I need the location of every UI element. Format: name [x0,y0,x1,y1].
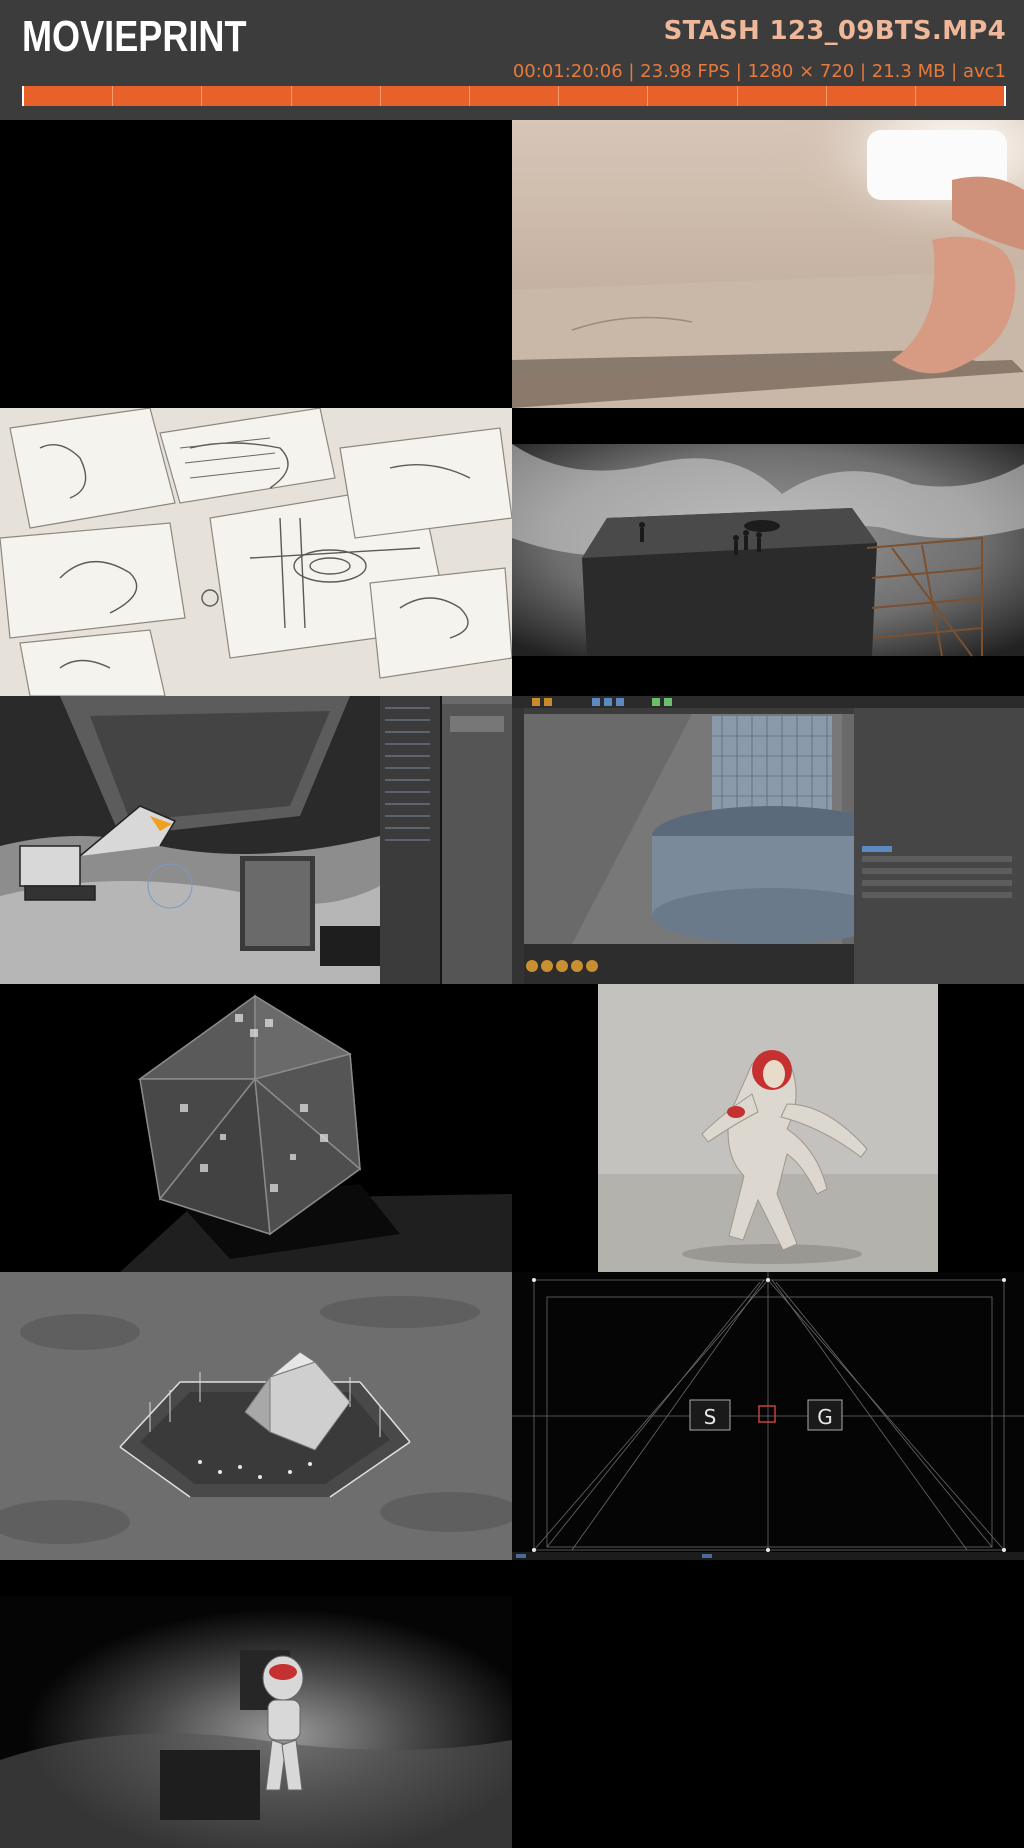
file-title: STASH 123_09BTS.MP4 [663,16,1006,46]
thumbnail-9[interactable] [0,1272,512,1560]
timeline-segment[interactable] [827,86,916,106]
thumbnail-7[interactable] [0,984,512,1272]
timeline-segment[interactable] [648,86,738,106]
timeline-segment[interactable] [738,86,827,106]
timeline-segment[interactable] [292,86,381,106]
thumbnail-grid: S G [0,120,1024,1848]
thumbnail-2[interactable] [512,120,1024,408]
timeline-segment[interactable] [113,86,203,106]
svg-text:S: S [704,1405,717,1429]
timeline-segment[interactable] [202,86,292,106]
thumbnail-6[interactable] [512,696,1024,984]
timeline-segment[interactable] [916,86,1007,106]
thumbnail-4[interactable] [512,408,1024,696]
file-meta: 00:01:20:06 | 23.98 FPS | 1280 × 720 | 2… [512,61,1006,82]
timeline-bar[interactable] [22,86,1007,106]
thumbnail-12[interactable] [512,1560,1024,1848]
thumbnail-11[interactable] [0,1560,512,1848]
thumbnail-5[interactable] [0,696,512,984]
timeline-segment[interactable] [559,86,649,106]
thumbnail-10[interactable]: S G [512,1272,1024,1560]
timeline-segment[interactable] [22,86,114,106]
timeline-segment[interactable] [381,86,470,106]
svg-text:G: G [817,1405,833,1429]
timeline-segment[interactable] [470,86,560,106]
thumbnail-3[interactable] [0,408,512,696]
header: MOVIEPRINT STASH 123_09BTS.MP4 00:01:20:… [0,0,1024,120]
thumbnail-1[interactable] [0,120,512,408]
thumbnail-8[interactable] [512,984,1024,1272]
app-logo: MOVIEPRINT [22,12,247,61]
